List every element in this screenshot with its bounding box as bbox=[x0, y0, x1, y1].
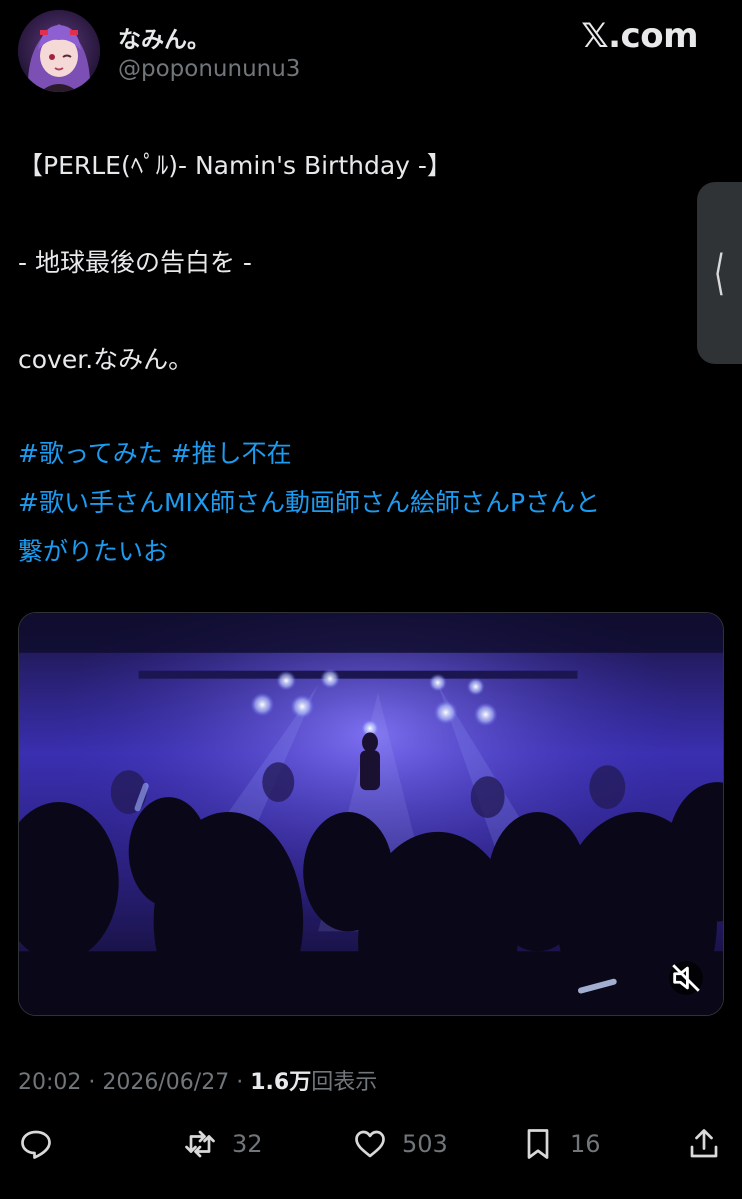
bookmark-button[interactable]: 16 bbox=[520, 1122, 601, 1166]
x-logo[interactable]: 𝕏.com bbox=[581, 16, 698, 56]
bookmark-count: 16 bbox=[570, 1130, 601, 1158]
hashtag-line-1: #歌ってみた #推し不在 bbox=[18, 434, 292, 470]
retweet-icon bbox=[185, 1130, 215, 1158]
tweet-text-line-3: cover.なみん。 bbox=[18, 345, 194, 374]
tweet-date[interactable]: 2026/06/27 bbox=[102, 1070, 229, 1095]
display-name[interactable]: なみん。 bbox=[118, 20, 210, 54]
meta-separator: · bbox=[88, 1070, 96, 1095]
tweet-meta: 20:02 · 2026/06/27 · 1.6万回表示 bbox=[18, 1064, 377, 1096]
tweet-text-line-2: - 地球最後の告白を - bbox=[18, 248, 252, 277]
like-button[interactable]: 503 bbox=[352, 1122, 448, 1166]
share-icon bbox=[690, 1129, 718, 1158]
hashtag-link[interactable]: #歌い手さんMIX師さん動画師さん絵師さんPさんと bbox=[18, 488, 600, 517]
avatar[interactable] bbox=[18, 10, 100, 92]
chevron-left-icon: ⟨ bbox=[713, 245, 726, 301]
share-button[interactable] bbox=[686, 1122, 722, 1166]
concert-video-frame bbox=[19, 613, 723, 1015]
hashtag-line-2: #歌い手さんMIX師さん動画師さん絵師さんPさんと bbox=[18, 483, 600, 519]
side-panel-handle[interactable]: ⟨ bbox=[697, 182, 742, 364]
tweet-text-line-1: 【PERLE(ﾍﾟﾙ)- Namin's Birthday -】 bbox=[18, 151, 452, 180]
video-player[interactable] bbox=[18, 612, 724, 1016]
user-handle[interactable]: @poponununu3 bbox=[118, 56, 300, 82]
reply-icon bbox=[21, 1130, 51, 1159]
like-count: 503 bbox=[402, 1130, 448, 1158]
tweet-time[interactable]: 20:02 bbox=[18, 1070, 81, 1095]
views-count: 1.6万 bbox=[250, 1070, 312, 1095]
heart-icon bbox=[355, 1130, 385, 1158]
reply-button[interactable] bbox=[18, 1122, 68, 1166]
mute-icon bbox=[672, 964, 700, 992]
hashtag-link[interactable]: #推し不在 bbox=[171, 439, 292, 468]
bookmark-icon bbox=[527, 1129, 549, 1159]
retweet-button[interactable]: 32 bbox=[182, 1122, 263, 1166]
views-label: 回表示 bbox=[311, 1070, 378, 1095]
hashtag-link[interactable]: #歌ってみた bbox=[18, 439, 163, 468]
hashtag-link-continued[interactable]: 繋がりたいお bbox=[18, 537, 168, 566]
meta-separator: · bbox=[236, 1070, 244, 1095]
retweet-count: 32 bbox=[232, 1130, 263, 1158]
mute-button[interactable] bbox=[669, 961, 703, 995]
hashtag-line-3: 繋がりたいお bbox=[18, 532, 168, 568]
